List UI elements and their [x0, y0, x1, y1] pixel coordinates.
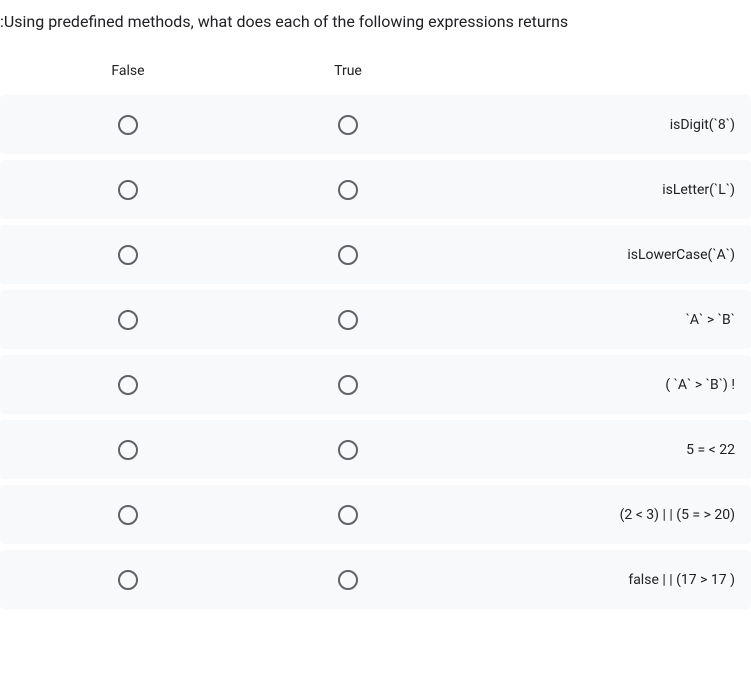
- radio-cell-false: [18, 310, 238, 330]
- question-row: isDigit(`8`): [0, 95, 751, 154]
- question-row: `A` > `B`: [0, 290, 751, 349]
- radio-cell-true: [238, 505, 458, 525]
- question-row: isLowerCase(`A`): [0, 225, 751, 284]
- radio-cell-true: [238, 115, 458, 135]
- question-row: 5 = < 22: [0, 420, 751, 479]
- radio-false-5[interactable]: [118, 440, 138, 460]
- expression-6: (2 < 3) | | (5 = > 20): [458, 507, 751, 523]
- radio-true-5[interactable]: [338, 440, 358, 460]
- radio-cell-false: [18, 245, 238, 265]
- radio-cell-false: [18, 375, 238, 395]
- radio-cell-true: [238, 310, 458, 330]
- expression-0: isDigit(`8`): [458, 117, 751, 133]
- radio-false-4[interactable]: [118, 375, 138, 395]
- radio-true-3[interactable]: [338, 310, 358, 330]
- radio-true-1[interactable]: [338, 180, 358, 200]
- question-row: false | | (17 > 17 ): [0, 550, 751, 609]
- radio-false-1[interactable]: [118, 180, 138, 200]
- radio-true-0[interactable]: [338, 115, 358, 135]
- radio-cell-true: [238, 570, 458, 590]
- question-row: ( `A` > `B`) !: [0, 355, 751, 414]
- radio-cell-false: [18, 505, 238, 525]
- question-row: isLetter(`L`): [0, 160, 751, 219]
- radio-cell-true: [238, 440, 458, 460]
- answer-grid: False True isDigit(`8`) isLetter(`L`) is…: [0, 55, 751, 609]
- radio-false-6[interactable]: [118, 505, 138, 525]
- radio-false-0[interactable]: [118, 115, 138, 135]
- expression-2: isLowerCase(`A`): [458, 247, 751, 263]
- expression-7: false | | (17 > 17 ): [458, 572, 751, 588]
- radio-cell-false: [18, 180, 238, 200]
- radio-true-7[interactable]: [338, 570, 358, 590]
- radio-cell-true: [238, 180, 458, 200]
- expression-3: `A` > `B`: [458, 312, 751, 328]
- expression-5: 5 = < 22: [458, 442, 751, 458]
- header-true: True: [238, 63, 458, 79]
- radio-cell-false: [18, 115, 238, 135]
- header-row: False True: [0, 55, 751, 95]
- expression-1: isLetter(`L`): [458, 182, 751, 198]
- radio-false-7[interactable]: [118, 570, 138, 590]
- radio-true-6[interactable]: [338, 505, 358, 525]
- radio-false-2[interactable]: [118, 245, 138, 265]
- header-false: False: [18, 63, 238, 79]
- radio-cell-true: [238, 245, 458, 265]
- question-row: (2 < 3) | | (5 = > 20): [0, 485, 751, 544]
- question-title: :Using predefined methods, what does eac…: [0, 0, 751, 55]
- radio-true-2[interactable]: [338, 245, 358, 265]
- radio-cell-false: [18, 440, 238, 460]
- radio-cell-false: [18, 570, 238, 590]
- radio-true-4[interactable]: [338, 375, 358, 395]
- radio-cell-true: [238, 375, 458, 395]
- expression-4: ( `A` > `B`) !: [458, 377, 751, 393]
- radio-false-3[interactable]: [118, 310, 138, 330]
